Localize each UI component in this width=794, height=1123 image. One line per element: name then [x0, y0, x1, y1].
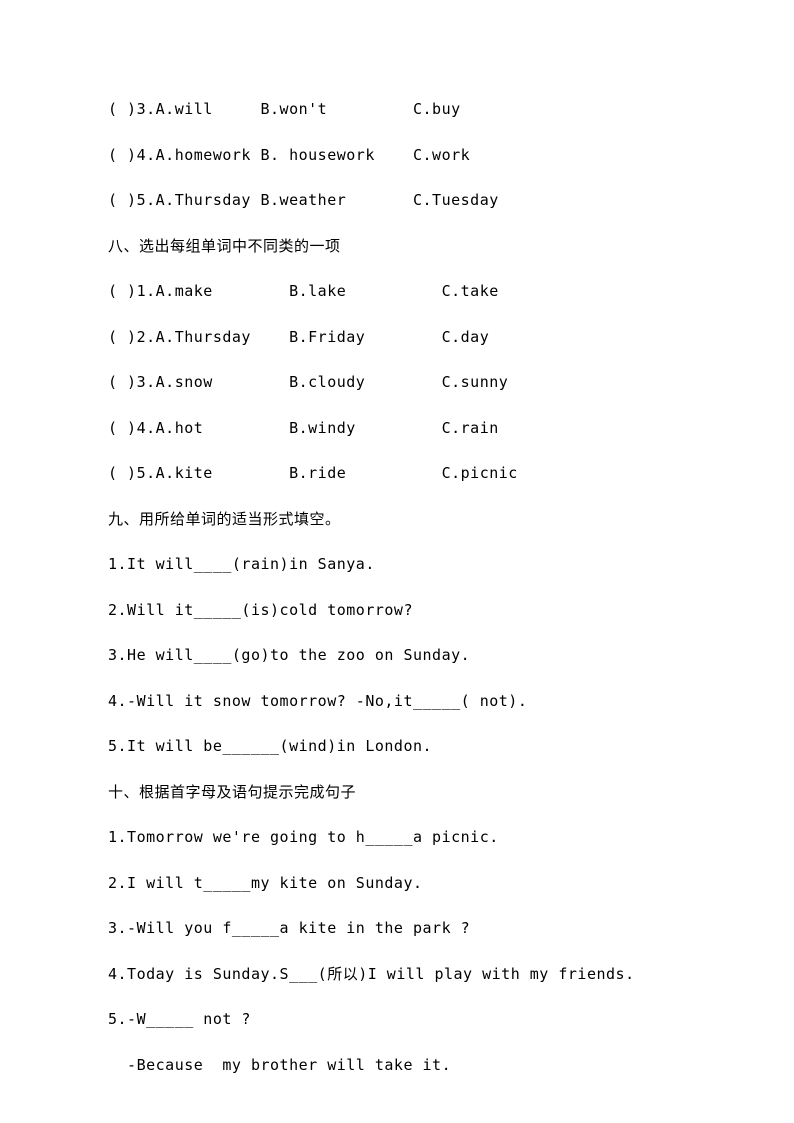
fill-item: 2.Will it_____(is)cold tomorrow? — [108, 599, 686, 622]
mc-item: ( )3.A.will B.won't C.buy — [108, 98, 686, 121]
mc-text: ( )4.A.hot B.windy C.rain — [108, 419, 499, 437]
mc-item: ( )1.A.make B.lake C.take — [108, 280, 686, 303]
fill-text: 2.Will it_____(is)cold tomorrow? — [108, 601, 413, 619]
fill-text: 2.I will t_____my kite on Sunday. — [108, 874, 423, 892]
fill-text: 3.-Will you f_____a kite in the park ? — [108, 919, 470, 937]
fill-text: 3.He will____(go)to the zoo on Sunday. — [108, 646, 470, 664]
heading-text: 八、选出每组单词中不同类的一项 — [108, 237, 341, 255]
mc-text: ( )5.A.Thursday B.weather C.Tuesday — [108, 191, 499, 209]
fill-item: 1.It will____(rain)in Sanya. — [108, 553, 686, 576]
fill-text: 1.It will____(rain)in Sanya. — [108, 555, 375, 573]
fill-item: 4.Today is Sunday.S___(所以)I will play wi… — [108, 963, 686, 986]
mc-text: ( )3.A.snow B.cloudy C.sunny — [108, 373, 508, 391]
section8-title: 八、选出每组单词中不同类的一项 — [108, 235, 686, 258]
mc-item: ( )4.A.homework B. housework C.work — [108, 144, 686, 167]
mc-item: ( )5.A.kite B.ride C.picnic — [108, 462, 686, 485]
mc-text: ( )5.A.kite B.ride C.picnic — [108, 464, 518, 482]
fill-text: -Because my brother will take it. — [108, 1056, 451, 1074]
section9-title: 九、用所给单词的适当形式填空。 — [108, 508, 686, 531]
heading-text: 十、根据首字母及语句提示完成句子 — [108, 783, 356, 801]
fill-text: 4.Today is Sunday.S___(所以)I will play wi… — [108, 965, 635, 983]
fill-item: 1.Tomorrow we're going to h_____a picnic… — [108, 826, 686, 849]
fill-text: 1.Tomorrow we're going to h_____a picnic… — [108, 828, 499, 846]
fill-item: 3.-Will you f_____a kite in the park ? — [108, 917, 686, 940]
mc-item: ( )2.A.Thursday B.Friday C.day — [108, 326, 686, 349]
mc-text: ( )4.A.homework B. housework C.work — [108, 146, 470, 164]
fill-item: 5.-W_____ not ? — [108, 1008, 686, 1031]
fill-item: 3.He will____(go)to the zoo on Sunday. — [108, 644, 686, 667]
fill-text: 4.-Will it snow tomorrow? -No,it_____( n… — [108, 692, 527, 710]
mc-item: ( )4.A.hot B.windy C.rain — [108, 417, 686, 440]
fill-text: 5.It will be______(wind)in London. — [108, 737, 432, 755]
mc-text: ( )1.A.make B.lake C.take — [108, 282, 499, 300]
fill-item: 4.-Will it snow tomorrow? -No,it_____( n… — [108, 690, 686, 713]
fill-item: 5.It will be______(wind)in London. — [108, 735, 686, 758]
mc-item: ( )3.A.snow B.cloudy C.sunny — [108, 371, 686, 394]
mc-text: ( )3.A.will B.won't C.buy — [108, 100, 461, 118]
fill-text: 5.-W_____ not ? — [108, 1010, 251, 1028]
section10-title: 十、根据首字母及语句提示完成句子 — [108, 781, 686, 804]
heading-text: 九、用所给单词的适当形式填空。 — [108, 510, 341, 528]
mc-item: ( )5.A.Thursday B.weather C.Tuesday — [108, 189, 686, 212]
fill-item: 2.I will t_____my kite on Sunday. — [108, 872, 686, 895]
fill-item: -Because my brother will take it. — [108, 1054, 686, 1077]
mc-text: ( )2.A.Thursday B.Friday C.day — [108, 328, 489, 346]
